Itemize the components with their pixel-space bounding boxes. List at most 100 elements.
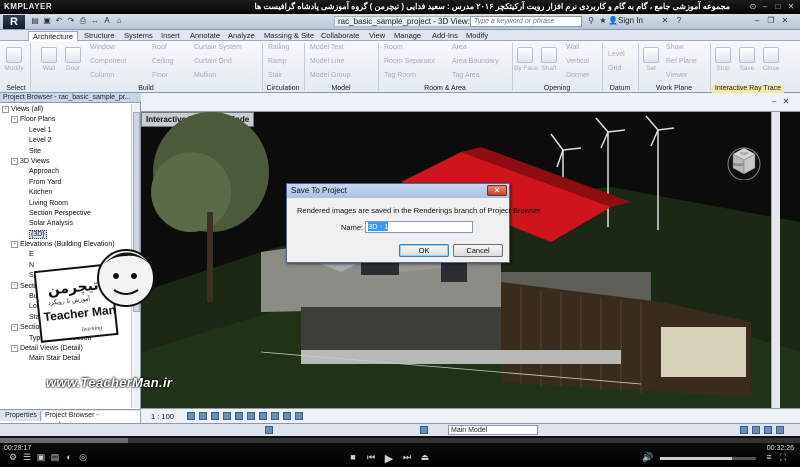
visual-style-icon[interactable] [199,412,207,420]
level-button[interactable]: Level [608,51,625,58]
set-button[interactable]: Set [640,47,662,72]
playlist-icon[interactable]: ☰ [22,452,32,463]
irt-save-button[interactable]: Save [736,47,758,72]
design-options-icon[interactable] [420,426,428,434]
stair-button[interactable]: Stair [268,72,282,79]
modify-button[interactable]: Modify [3,47,25,72]
browser-tree-item[interactable]: Level 1 [2,126,136,136]
3d-mode-icon[interactable]: ◐ [64,452,74,462]
minimize-icon[interactable]: – [760,2,770,12]
tab-annotate[interactable]: Annotate [186,31,224,41]
undo-icon[interactable]: ↶ [54,16,64,26]
railing-button[interactable]: Railing [268,44,289,51]
shaft-button[interactable]: Shaft [538,47,560,72]
browser-tree-item[interactable]: From Yard [2,178,136,188]
browser-tree-item[interactable]: -3D Views [2,157,136,167]
tab-insert[interactable]: Insert [157,31,184,41]
view-vertical-scrollbar[interactable] [771,112,780,408]
next-icon[interactable]: ⏭ [402,452,412,463]
tab-systems[interactable]: Systems [120,31,157,41]
browser-tree-item[interactable]: {3D} [2,229,136,240]
tree-expander-icon[interactable]: - [11,116,18,124]
door-button[interactable]: Door [62,47,84,72]
stop-button[interactable]: Stop [712,47,734,72]
area-button[interactable]: Area [452,44,467,51]
model-text-button[interactable]: Model Text [310,44,344,51]
shadows-icon[interactable] [223,412,231,420]
temp-hide-icon[interactable] [283,412,291,420]
show-button[interactable]: Show [666,44,684,51]
area-boundary-button[interactable]: Area Boundary [452,58,499,65]
tab-collaborate[interactable]: Collaborate [317,31,363,41]
tag-room-button[interactable]: Tag Room [384,72,416,79]
tree-expander-icon[interactable]: - [11,240,18,248]
browser-tree-item[interactable]: Site [2,147,136,157]
stop-icon[interactable]: ■ [348,452,358,462]
roof-button[interactable]: Roof [152,44,167,51]
cancel-button[interactable]: Cancel [453,244,503,257]
tree-expander-icon[interactable]: - [11,157,18,165]
worksets-icon[interactable] [265,426,273,434]
tree-expander-icon[interactable]: - [11,344,18,352]
show-crop-icon[interactable] [259,412,267,420]
room-area-group-label[interactable]: Room & Area [378,85,512,93]
select-pinned-icon[interactable] [764,426,772,434]
3d-view-icon[interactable]: ⌂ [114,16,124,26]
ceiling-button[interactable]: Ceiling [152,58,173,65]
room-button[interactable]: Room [384,44,403,51]
tree-expander-icon[interactable]: - [11,323,18,331]
eject-icon[interactable]: ⏏ [420,452,430,463]
binoculars-icon[interactable]: ⚲ [586,16,596,26]
play-icon[interactable]: ▶ [384,452,394,465]
curtain-grid-button[interactable]: Curtain Grid [194,58,232,65]
previous-icon[interactable]: ⏮ [366,452,376,463]
tab-modify[interactable]: Modify [462,31,492,41]
curtain-system-button[interactable]: Curtain System [194,44,242,51]
render-icon[interactable] [235,412,243,420]
sun-path-icon[interactable] [211,412,219,420]
by-face-button[interactable]: By Face [514,47,538,72]
print-icon[interactable]: ⎙ [78,16,88,26]
maximize-icon[interactable]: □ [773,2,783,12]
tab-massing-site[interactable]: Massing & Site [260,31,318,41]
dormer-button[interactable]: Dormer [566,72,589,79]
subscription-icon[interactable]: ★ [598,16,608,26]
select-dropdown[interactable]: Select [2,85,30,93]
ref-plane-button[interactable]: Ref Plane [666,58,697,65]
measure-icon[interactable]: ↔ [90,16,100,26]
pin-icon[interactable]: ⊙ [748,2,758,12]
redo-icon[interactable]: ↷ [66,16,76,26]
detail-level-icon[interactable] [187,412,195,420]
component-button[interactable]: Component [90,58,126,65]
vertical-button[interactable]: Vertical [566,58,589,65]
seek-bar[interactable] [0,438,800,443]
browser-tree-item[interactable]: - Views (all) [2,105,136,115]
open-icon[interactable]: ▤ [30,16,40,26]
tree-expander-icon[interactable]: - [2,105,9,113]
app-restore-icon[interactable]: ❐ [766,16,776,26]
mullion-button[interactable]: Mullion [194,72,216,79]
capture-icon[interactable]: ▣ [36,452,46,463]
close-icon[interactable]: ✕ [786,2,796,12]
viewcube[interactable]: TOP FRONT [725,142,763,180]
tab-project-browser[interactable]: Project Browser - rac_basic_... [42,411,141,429]
search-input[interactable]: Type a keyword or phrase [470,16,582,27]
irt-close-button[interactable]: Close [760,47,782,72]
name-input[interactable]: 3D - 1 [365,221,473,233]
app-minimize-icon[interactable]: – [752,16,762,26]
browser-tree-item[interactable]: Approach [2,167,136,177]
opening-wall-button[interactable]: Wall [566,44,579,51]
tab-view[interactable]: View [365,31,389,41]
model-group-button[interactable]: Model Group [310,72,350,79]
sign-in-link[interactable]: Sign In [618,16,643,25]
vr-icon[interactable]: ◎ [78,452,88,463]
help-icon[interactable]: ? [674,16,684,26]
browser-tree-item[interactable]: Solar Analysis [2,219,136,229]
browser-tree-item[interactable]: - Floor Plans [2,115,136,125]
window-button[interactable]: Window [90,44,115,51]
wall-button[interactable]: Wall [38,47,60,72]
reveal-hidden-icon[interactable] [295,412,303,420]
tab-structure[interactable]: Structure [80,31,118,41]
tab-architecture[interactable]: Architecture [28,31,79,41]
ok-button[interactable]: OK [399,244,449,257]
